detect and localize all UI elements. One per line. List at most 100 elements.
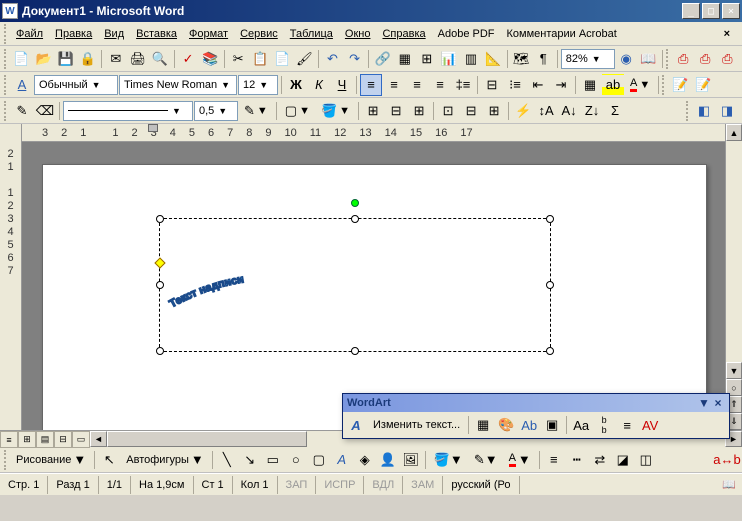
print-preview-button[interactable]: 🔍 — [149, 48, 170, 70]
autosum-button[interactable]: Σ — [604, 100, 626, 122]
acrobat-button-2[interactable]: 📝 — [692, 74, 714, 96]
menu-insert[interactable]: Вставка — [130, 26, 183, 42]
italic-button[interactable]: К — [308, 74, 330, 96]
text-wrap-button[interactable]: ▣ — [541, 414, 563, 436]
grip-handle[interactable] — [4, 24, 8, 44]
print-view-button[interactable]: ▤ — [36, 431, 54, 448]
spell-status-icon[interactable]: 📖 — [716, 478, 742, 491]
eraser-button[interactable]: ⌫ — [34, 100, 56, 122]
menu-help[interactable]: Справка — [376, 26, 431, 42]
align-center-button[interactable]: ≡ — [383, 74, 405, 96]
grip-handle[interactable] — [4, 101, 8, 121]
save-button[interactable]: 💾 — [55, 48, 76, 70]
copy-button[interactable]: 📋 — [250, 48, 271, 70]
wordart-gallery-button[interactable]: ▦ — [472, 414, 494, 436]
web-view-button[interactable]: ⊞ — [18, 431, 36, 448]
grip-handle[interactable] — [666, 49, 670, 69]
document-canvas[interactable]: Текст надписи — [22, 142, 725, 430]
extra-button-1[interactable]: ◧ — [693, 100, 715, 122]
pdf-button-2[interactable]: ⎙ — [695, 48, 716, 70]
font-size-combo[interactable]: 12▼ — [238, 75, 278, 95]
align-right-button[interactable]: ≡ — [406, 74, 428, 96]
underline-button[interactable]: Ч — [331, 74, 353, 96]
insert-wordart-tool[interactable]: A — [331, 449, 353, 471]
pdf-button-1[interactable]: ⎙ — [673, 48, 694, 70]
status-ext[interactable]: ВДЛ — [364, 476, 403, 494]
arrow-style-tool[interactable]: ⇄ — [589, 449, 611, 471]
email-button[interactable]: ✉ — [105, 48, 126, 70]
spelling-button[interactable]: ✓ — [177, 48, 198, 70]
undo-button[interactable]: ↶ — [322, 48, 343, 70]
fill-color-tool[interactable]: 🪣▼ — [429, 449, 468, 471]
bullets-button[interactable]: ⁝≡ — [504, 74, 526, 96]
clipart-tool[interactable]: 👤 — [377, 449, 399, 471]
status-trk[interactable]: ИСПР — [316, 476, 364, 494]
status-lang[interactable]: русский (Ро — [443, 476, 519, 494]
arrow-tool[interactable]: ↘ — [239, 449, 261, 471]
menu-file[interactable]: Файл — [10, 26, 49, 42]
resize-handle-sw[interactable] — [156, 347, 164, 355]
shadow-tool[interactable]: ◪ — [612, 449, 634, 471]
resize-handle-e[interactable] — [546, 281, 554, 289]
same-height-button[interactable]: Aa — [570, 414, 592, 436]
alignment-button[interactable]: ≡ — [616, 414, 638, 436]
menu-window[interactable]: Окно — [339, 26, 377, 42]
open-button[interactable]: 📂 — [33, 48, 54, 70]
increase-indent-button[interactable]: ⇥ — [550, 74, 572, 96]
bold-button[interactable]: Ж — [285, 74, 307, 96]
print-button[interactable]: 🖨 — [127, 48, 148, 70]
resize-handle-w[interactable] — [156, 281, 164, 289]
format-wordart-button[interactable]: 🎨 — [495, 414, 517, 436]
distribute-cols-button[interactable]: ⊞ — [483, 100, 505, 122]
menu-acrobat-comments[interactable]: Комментарии Acrobat — [501, 26, 623, 42]
outside-border-button[interactable]: ▢▼ — [280, 100, 315, 122]
line-color-tool[interactable]: ✎▼ — [469, 449, 503, 471]
vertical-ruler[interactable]: 21 123 4567 — [0, 124, 22, 430]
edit-text-button[interactable]: Изменить текст... — [368, 414, 465, 436]
line-weight-combo[interactable]: 0,5▼ — [194, 101, 238, 121]
cut-button[interactable]: ✂ — [228, 48, 249, 70]
status-ovr[interactable]: ЗАМ — [403, 476, 443, 494]
char-spacing-button[interactable]: AV — [639, 414, 661, 436]
resize-handle-n[interactable] — [351, 215, 359, 223]
new-doc-button[interactable]: 📄 — [11, 48, 32, 70]
menu-edit[interactable]: Правка — [49, 26, 98, 42]
align-cells-button[interactable]: ⊡ — [437, 100, 459, 122]
reading-view-button[interactable]: ▭ — [72, 431, 90, 448]
format-painter-button[interactable]: 🖌 — [294, 48, 315, 70]
extra-button-2[interactable]: ◨ — [716, 100, 738, 122]
font-color-button[interactable]: A▼ — [625, 74, 655, 96]
status-rec[interactable]: ЗАП — [278, 476, 317, 494]
insert-table-button[interactable]: ⊞ — [416, 48, 437, 70]
wordart-object[interactable]: Текст надписи — [159, 218, 551, 352]
numbering-button[interactable]: ⊟ — [481, 74, 503, 96]
line-spacing-button[interactable]: ‡≡ — [452, 74, 474, 96]
menu-format[interactable]: Формат — [183, 26, 234, 42]
hscroll-thumb[interactable] — [107, 431, 307, 447]
permissions-button[interactable]: 🔒 — [77, 48, 98, 70]
shading-color-button[interactable]: 🪣▼ — [316, 100, 355, 122]
help-button[interactable]: ◉ — [616, 48, 637, 70]
redo-button[interactable]: ↷ — [344, 48, 365, 70]
show-marks-button[interactable]: ¶ — [533, 48, 554, 70]
font-color-tool[interactable]: A▼ — [504, 449, 536, 471]
grip-handle[interactable] — [686, 101, 690, 121]
insert-table-btn[interactable]: ⊞ — [362, 100, 384, 122]
menu-view[interactable]: Вид — [98, 26, 130, 42]
grip-handle[interactable] — [4, 75, 8, 95]
sort-desc-button[interactable]: Z↓ — [581, 100, 603, 122]
line-style-combo[interactable]: ▼ — [63, 101, 193, 121]
drawing-toolbar-button[interactable]: 📐 — [483, 48, 504, 70]
distribute-rows-button[interactable]: ⊟ — [460, 100, 482, 122]
acrobat-button-1[interactable]: 📝 — [669, 74, 691, 96]
decrease-indent-button[interactable]: ⇤ — [527, 74, 549, 96]
scroll-left-button[interactable]: ◄ — [90, 431, 107, 447]
research-button[interactable]: 📚 — [200, 48, 221, 70]
wordart-toolbar-close[interactable]: × — [711, 396, 725, 410]
scroll-up-button[interactable]: ▲ — [726, 124, 742, 141]
wordart-shape-button[interactable]: Ab — [518, 414, 540, 436]
close-button[interactable]: × — [722, 3, 740, 19]
resize-handle-nw[interactable] — [156, 215, 164, 223]
dash-style-tool[interactable]: ┅ — [566, 449, 588, 471]
restore-button[interactable]: □ — [702, 3, 720, 19]
